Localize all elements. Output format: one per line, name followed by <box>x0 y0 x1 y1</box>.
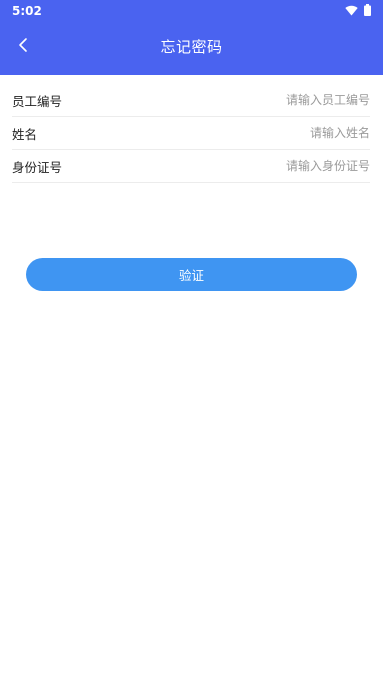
name-row: 姓名 <box>12 117 370 150</box>
wifi-icon <box>345 5 358 16</box>
page-title: 忘记密码 <box>160 38 223 56</box>
forgot-password-form: 员工编号 姓名 身份证号 <box>12 84 370 183</box>
name-label: 姓名 <box>12 126 38 142</box>
employee-id-input[interactable] <box>170 93 370 107</box>
titlebar: 忘记密码 <box>0 22 383 75</box>
name-input[interactable] <box>170 126 370 140</box>
header: 5:02 忘记密码 <box>0 0 383 75</box>
employee-id-label: 员工编号 <box>12 93 63 109</box>
status-bar: 5:02 <box>0 0 383 22</box>
status-icons <box>345 4 371 16</box>
verify-button[interactable]: 验证 <box>26 258 357 291</box>
employee-id-row: 员工编号 <box>12 84 370 117</box>
forgot-password-screen: 5:02 忘记密码 员工编号 请输入员工编号 姓名 请输入姓名 身份证号 请输入… <box>0 0 383 682</box>
status-time: 5:02 <box>12 4 42 18</box>
battery-icon <box>364 4 371 16</box>
id-card-label: 身份证号 <box>12 159 63 175</box>
id-card-row: 身份证号 <box>12 150 370 183</box>
id-card-input[interactable] <box>170 159 370 173</box>
